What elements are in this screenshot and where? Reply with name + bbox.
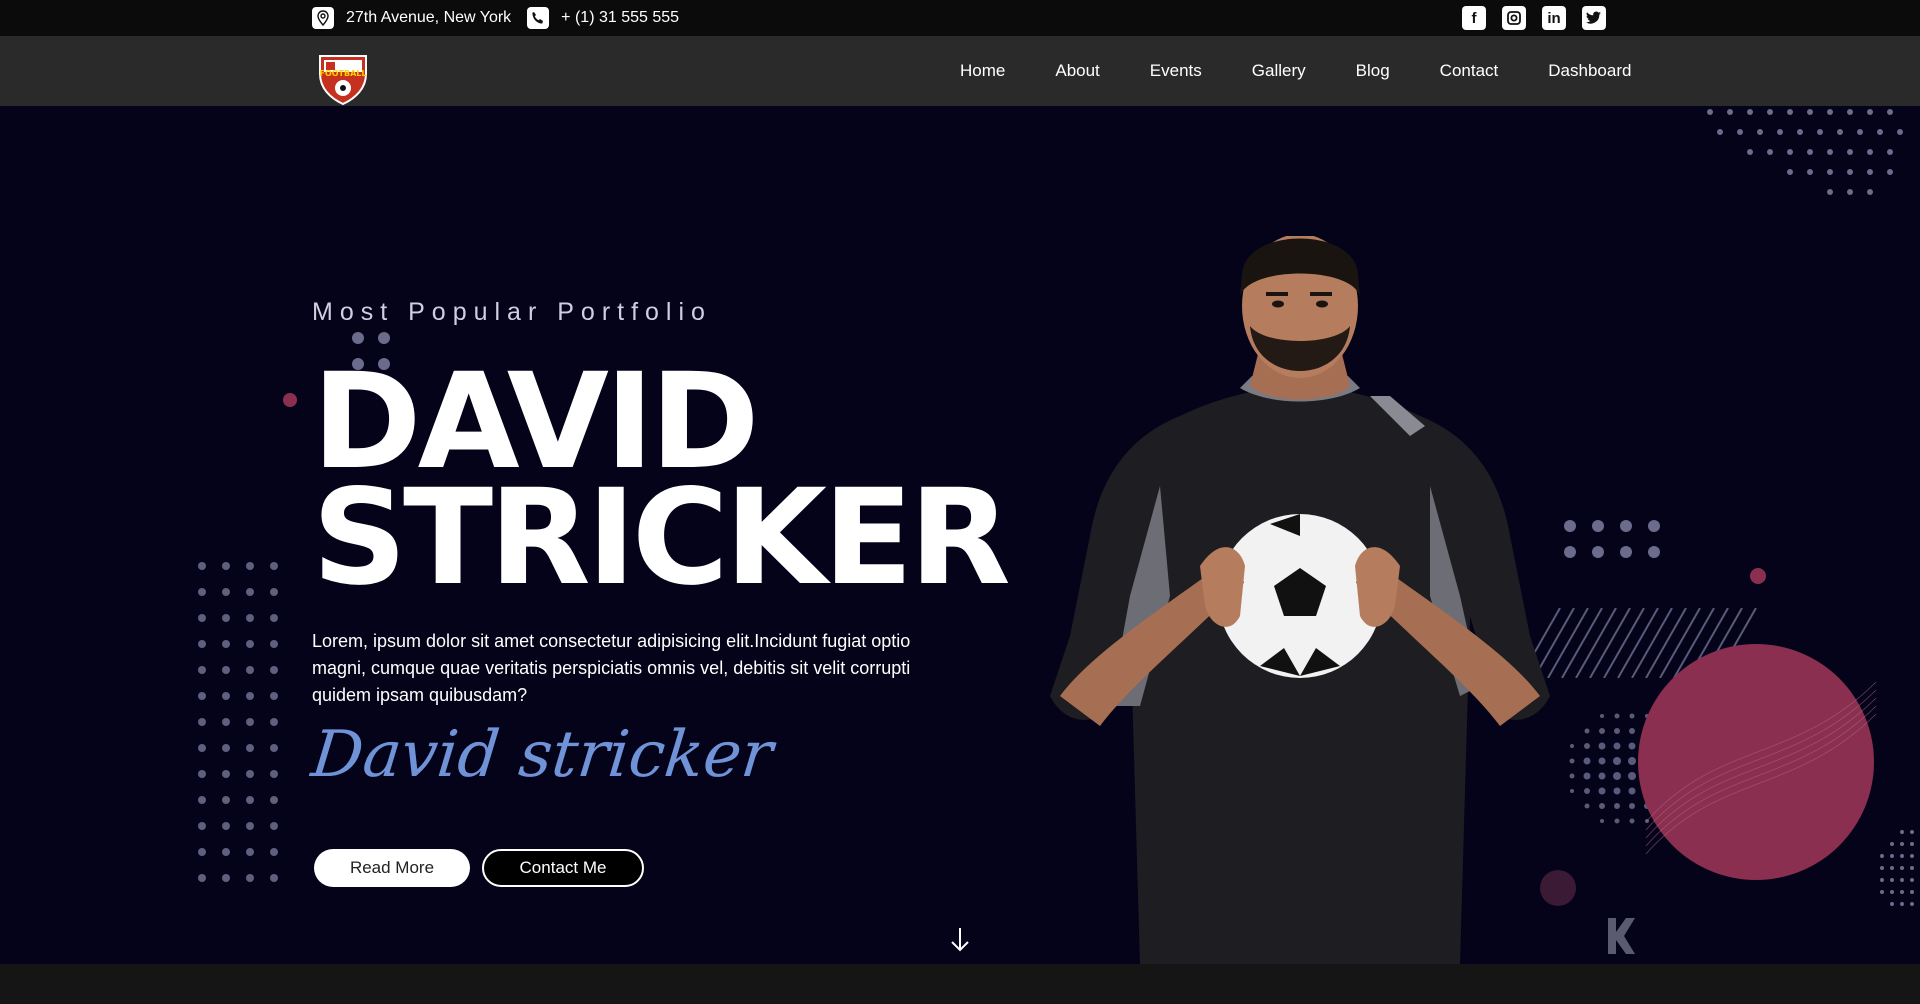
nav-gallery[interactable]: Gallery <box>1252 61 1306 81</box>
main-menu: Home About Events Gallery Blog Contact D… <box>960 36 1631 106</box>
k-logo-mark <box>1608 918 1635 954</box>
dot-pattern-left <box>198 562 278 882</box>
dot-pattern-right <box>1564 520 1660 558</box>
instagram-icon[interactable] <box>1502 6 1526 30</box>
dot-pattern-top-right <box>1707 109 1903 195</box>
phone-icon <box>527 7 550 29</box>
next-section-preview <box>0 964 1920 1004</box>
hero-section: Most Popular Portfolio DAVID STRICKER Lo… <box>0 106 1920 964</box>
nav-blog[interactable]: Blog <box>1356 61 1390 81</box>
nav-dashboard[interactable]: Dashboard <box>1548 61 1631 81</box>
nav-about[interactable]: About <box>1055 61 1099 81</box>
linkedin-icon[interactable]: in <box>1542 6 1566 30</box>
accent-circle <box>1638 644 1876 880</box>
address-text: 27th Avenue, New York <box>346 9 512 26</box>
read-more-button[interactable]: Read More <box>314 849 470 887</box>
dot-pattern-bottom-right <box>1880 830 1914 906</box>
logo-text: FOOTBALL <box>319 69 366 78</box>
location-pin-icon <box>312 7 334 29</box>
hero-description: Lorem, ipsum dolor sit amet consectetur … <box>312 631 911 705</box>
nav-home[interactable]: Home <box>960 61 1005 81</box>
player-photo <box>1050 236 1550 964</box>
top-info-bar: 27th Avenue, New York + (1) 31 555 555 f… <box>0 0 1920 36</box>
club-logo[interactable]: FOOTBALL <box>314 50 372 106</box>
contact-info: 27th Avenue, New York + (1) 31 555 555 <box>312 0 695 36</box>
phone-text: + (1) 31 555 555 <box>561 9 680 26</box>
hero-kicker: Most Popular Portfolio <box>312 298 712 326</box>
contact-me-button[interactable]: Contact Me <box>482 849 644 887</box>
facebook-icon[interactable]: f <box>1462 6 1486 30</box>
small-red-dot <box>1750 568 1766 584</box>
nav-contact[interactable]: Contact <box>1440 61 1499 81</box>
hero-signature: David stricker <box>308 718 777 792</box>
twitter-icon[interactable] <box>1582 6 1606 30</box>
scroll-down-arrow-icon[interactable] <box>950 926 970 954</box>
nav-events[interactable]: Events <box>1150 61 1202 81</box>
hero-name-last: STRICKER <box>312 461 1011 615</box>
social-links: f in <box>1462 0 1606 36</box>
